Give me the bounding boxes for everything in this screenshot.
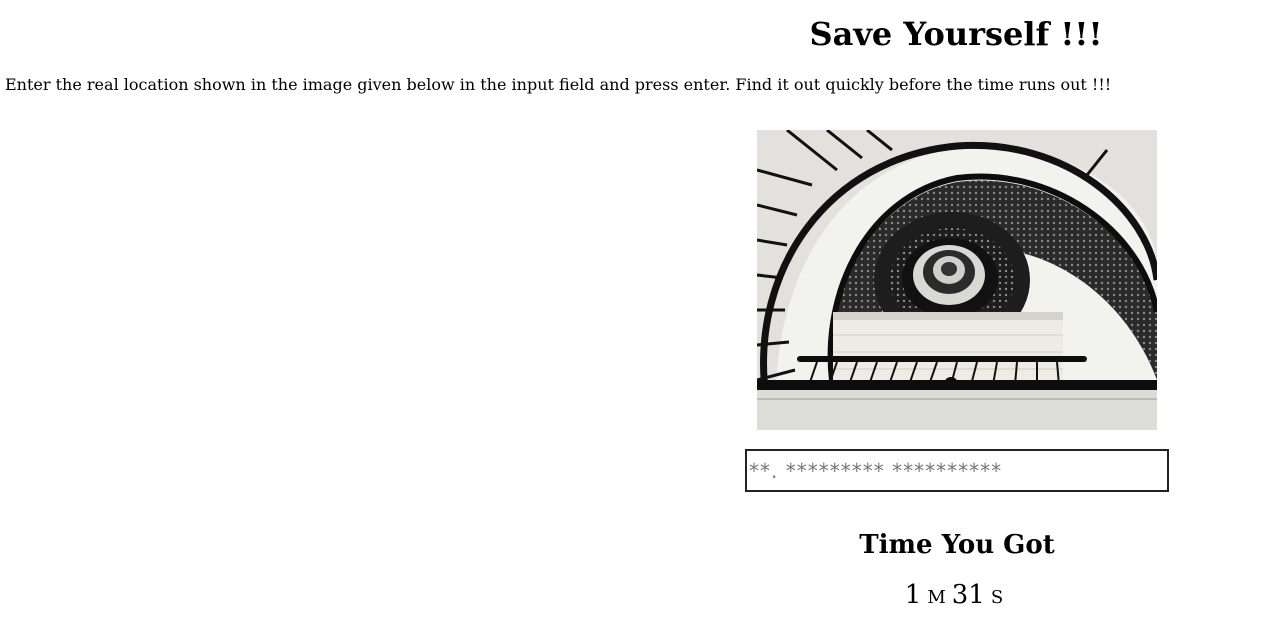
timer-heading: Time You Got <box>859 530 1055 560</box>
timer-minutes-unit: M <box>927 587 946 608</box>
location-image <box>757 130 1157 430</box>
timer-seconds: 31 <box>951 580 985 610</box>
location-answer-input[interactable] <box>745 449 1169 492</box>
page-title: Save Yourself !!! <box>809 15 1103 53</box>
timer-minutes: 1 <box>904 580 922 610</box>
instructions-text: Enter the real location shown in the ima… <box>5 75 1112 94</box>
countdown-timer: 1 M 31 S <box>757 578 1157 615</box>
timer-seconds-unit: S <box>990 587 1004 608</box>
